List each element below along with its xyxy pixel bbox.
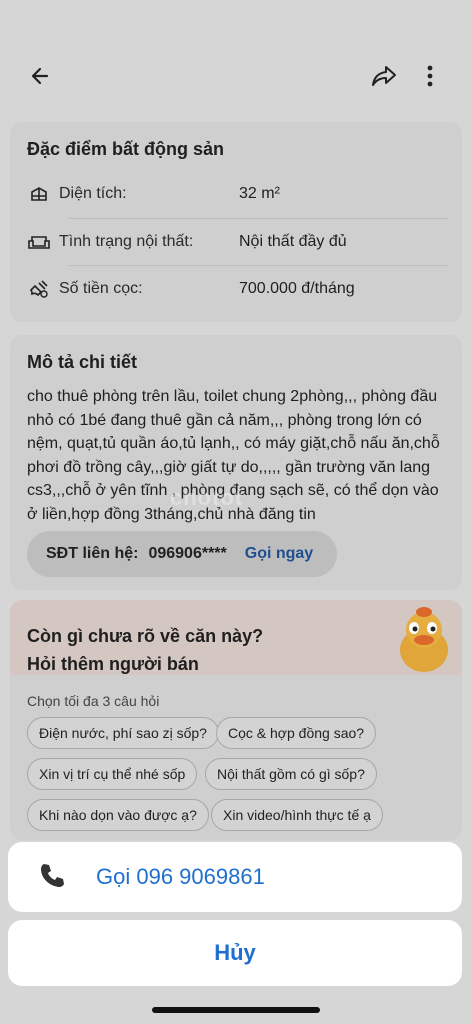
home-indicator	[152, 1007, 320, 1013]
ask-seller-header: Còn gì chưa rõ về căn này? Hỏi thêm ngườ…	[10, 600, 462, 675]
choose-hint: Chọn tối đa 3 câu hỏi	[27, 693, 160, 709]
share-icon[interactable]	[364, 56, 404, 96]
question-chip[interactable]: Cọc & hợp đồng sao?	[216, 717, 377, 749]
question-chip[interactable]: Nội thất gồm có gì sốp?	[205, 758, 377, 790]
cancel-label: Hủy	[214, 940, 256, 965]
phone-number-masked: 096906****	[148, 545, 227, 562]
area-row: Diện tích: 32 m²	[27, 170, 447, 217]
furniture-value: Nội thất đầy đủ	[239, 232, 347, 250]
phone-label: SĐT liên hệ:	[46, 545, 139, 562]
duck-mascot-icon	[388, 602, 460, 674]
watermark: chotot	[170, 485, 244, 510]
property-features-card: Đặc điểm bất động sản Diện tích: 32 m² T…	[10, 122, 462, 322]
property-features-title: Đặc điểm bất động sản	[27, 139, 225, 159]
question-chip[interactable]: Điện nước, phí sao zị sốp?	[27, 717, 219, 749]
furniture-row: Tình trạng nội thất: Nội thất đầy đủ	[27, 218, 447, 265]
call-action-button[interactable]: Gọi 096 9069861	[8, 842, 462, 912]
call-now-link[interactable]: Gọi ngay	[245, 545, 313, 563]
question-chip[interactable]: Xin vị trí cụ thể nhé sốp	[27, 758, 198, 790]
description-title: Mô tả chi tiết	[27, 352, 138, 372]
question-chip[interactable]: Khi nào dọn vào được ạ?	[27, 799, 209, 831]
phone-contact-pill: SĐT liên hệ: 096906**** Gọi ngay	[27, 531, 337, 577]
area-value: 32 m²	[239, 184, 280, 202]
deposit-icon	[27, 277, 51, 301]
arrow-left-icon[interactable]	[20, 56, 60, 96]
area-icon	[27, 182, 51, 206]
deposit-row: Số tiền cọc: 700.000 đ/tháng	[27, 265, 447, 312]
sofa-icon	[27, 230, 51, 254]
deposit-value: 700.000 đ/tháng	[239, 279, 355, 297]
ask-seller-card: Còn gì chưa rõ về căn này? Hỏi thêm ngườ…	[10, 600, 462, 840]
ask-seller-title: Còn gì chưa rõ về căn này? Hỏi thêm ngườ…	[27, 622, 263, 678]
call-action-row: Gọi 096 9069861	[8, 842, 462, 912]
phone-icon	[38, 861, 66, 894]
ask-title-line1: Còn gì chưa rõ về căn này?	[27, 626, 264, 646]
furniture-label: Tình trạng nội thất:	[59, 232, 194, 250]
question-chip[interactable]: Xin video/hình thực tế ạ	[211, 799, 383, 831]
area-label: Diện tích:	[59, 184, 127, 202]
deposit-label: Số tiền cọc:	[59, 279, 143, 297]
ask-title-line2: Hỏi thêm người bán	[27, 654, 199, 674]
top-bar	[0, 0, 472, 110]
more-vertical-icon[interactable]	[410, 56, 450, 96]
description-card: Mô tả chi tiết cho thuê phòng trên lầu, …	[10, 335, 462, 590]
call-label: Gọi 096 9069861	[96, 864, 265, 889]
cancel-button[interactable]: Hủy	[8, 920, 462, 986]
